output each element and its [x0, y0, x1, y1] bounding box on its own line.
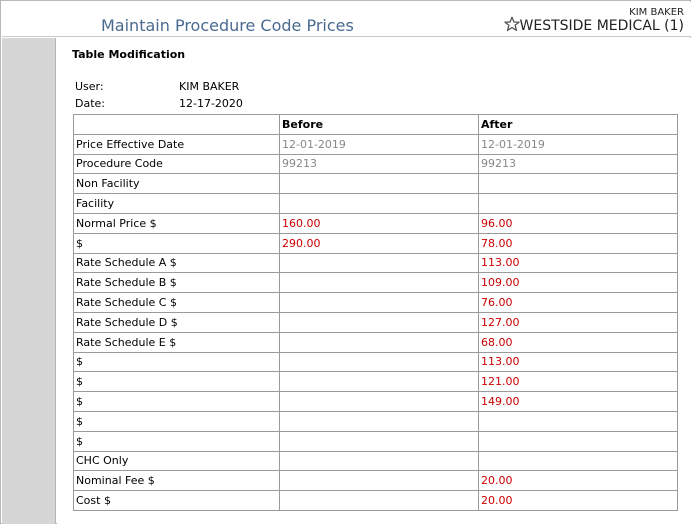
before-value [279, 292, 479, 313]
after-value: 78.00 [478, 232, 678, 254]
after-value: 149.00 [478, 391, 678, 412]
row-label: Non Facility [73, 173, 280, 195]
info-row-date: Date: 12-17-2020 [75, 95, 243, 112]
before-value [279, 311, 479, 333]
row-label: $ [73, 391, 280, 412]
info-label: Date: [75, 97, 105, 110]
row-label: $ [73, 351, 280, 373]
after-value: 113.00 [478, 351, 678, 373]
after-value [478, 410, 678, 432]
row-label: Facility [73, 193, 280, 214]
after-value [478, 450, 678, 472]
info-value: 12-17-2020 [179, 97, 243, 110]
table-row: CHC Only [73, 450, 678, 472]
before-value [279, 351, 479, 373]
table-row: Rate Schedule B $ 109.00 [73, 272, 678, 294]
before-value: 160.00 [279, 212, 479, 234]
before-value: 290.00 [279, 232, 479, 254]
table-row: Price Effective Date 12-01-2019 12-01-2019 [73, 133, 678, 155]
table-row: $121.00 [73, 371, 678, 393]
table-row: $ [73, 430, 678, 452]
row-label: Nominal Fee $ [73, 470, 280, 492]
info-row-user: User: KIM BAKER [75, 78, 243, 95]
after-value [478, 173, 678, 195]
after-value: 113.00 [478, 252, 678, 274]
row-label: $ [73, 371, 280, 393]
table-header-row: Before After [73, 114, 678, 135]
table-row: $113.00 [73, 351, 678, 373]
after-value: 20.00 [478, 490, 678, 511]
table-row: Rate Schedule E $ 68.00 [73, 331, 678, 353]
row-label: Procedure Code [73, 153, 280, 175]
row-label: Rate Schedule B $ [73, 272, 280, 294]
after-value [478, 430, 678, 452]
main-content: Table Modification User: KIM BAKER Date: 1… [57, 38, 691, 524]
before-value [279, 252, 479, 274]
table-row: Rate Schedule C $ 76.00 [73, 292, 678, 313]
row-label: Rate Schedule D $ [73, 311, 280, 333]
table-row: Procedure Code 99213 99213 [73, 153, 678, 175]
after-value [478, 193, 678, 214]
before-value [279, 470, 479, 492]
after-value: 20.00 [478, 470, 678, 492]
before-value [279, 371, 479, 393]
after-value: 96.00 [478, 212, 678, 234]
app-window: Maintain Procedure Code Prices KIM BAKER… [0, 0, 691, 524]
table-row: $290.00 78.00 [73, 232, 678, 254]
after-value: 99213 [478, 153, 678, 175]
row-label: Rate Schedule E $ [73, 331, 280, 353]
sidebar [2, 38, 56, 524]
before-value [279, 272, 479, 294]
before-value [279, 410, 479, 432]
table-row: $149.00 [73, 391, 678, 412]
row-label: Rate Schedule A $ [73, 252, 280, 274]
star-outline-icon[interactable] [504, 16, 520, 32]
table-row: $ [73, 410, 678, 432]
after-value: 68.00 [478, 331, 678, 353]
modification-table: Before After Price Effective Date 12-01-2… [73, 114, 678, 511]
row-label: Rate Schedule C $ [73, 292, 280, 313]
row-label: $ [73, 410, 280, 432]
row-label: $ [73, 430, 280, 452]
page-title: Maintain Procedure Code Prices [101, 16, 354, 35]
table-row: Normal Price $160.00 96.00 [73, 212, 678, 234]
before-value [279, 331, 479, 353]
before-value [279, 490, 479, 511]
table-row: Cost $ 20.00 [73, 490, 678, 511]
table-row: Nominal Fee $ 20.00 [73, 470, 678, 492]
before-value [279, 391, 479, 412]
row-label: Price Effective Date [73, 133, 280, 155]
after-value: 12-01-2019 [478, 133, 678, 155]
row-label: $ [73, 232, 280, 254]
table-row: Rate Schedule A $ 113.00 [73, 252, 678, 274]
after-value: 76.00 [478, 292, 678, 313]
column-header-before: Before [279, 114, 479, 135]
before-value [279, 450, 479, 472]
before-value [279, 430, 479, 452]
modification-info: User: KIM BAKER Date: 12-17-2020 [75, 78, 243, 112]
after-value: 121.00 [478, 371, 678, 393]
before-value [279, 193, 479, 214]
header-bar: Maintain Procedure Code Prices KIM BAKER… [2, 2, 691, 37]
before-value: 12-01-2019 [279, 133, 479, 155]
row-label: Cost $ [73, 490, 280, 511]
table-row: Rate Schedule D $ 127.00 [73, 311, 678, 333]
after-value: 109.00 [478, 272, 678, 294]
practice-name[interactable]: WESTSIDE MEDICAL (1) [520, 18, 685, 34]
row-label: CHC Only [73, 450, 280, 472]
after-value: 127.00 [478, 311, 678, 333]
column-header [73, 114, 280, 135]
info-label: User: [75, 80, 104, 93]
table-row: Facility [73, 193, 678, 214]
column-header-after: After [478, 114, 678, 135]
section-title: Table Modification [72, 48, 186, 61]
row-label: Normal Price $ [73, 212, 280, 234]
before-value [279, 173, 479, 195]
info-value: KIM BAKER [179, 80, 240, 93]
before-value: 99213 [279, 153, 479, 175]
table-row: Non Facility [73, 173, 678, 195]
user-name: KIM BAKER [629, 7, 684, 18]
